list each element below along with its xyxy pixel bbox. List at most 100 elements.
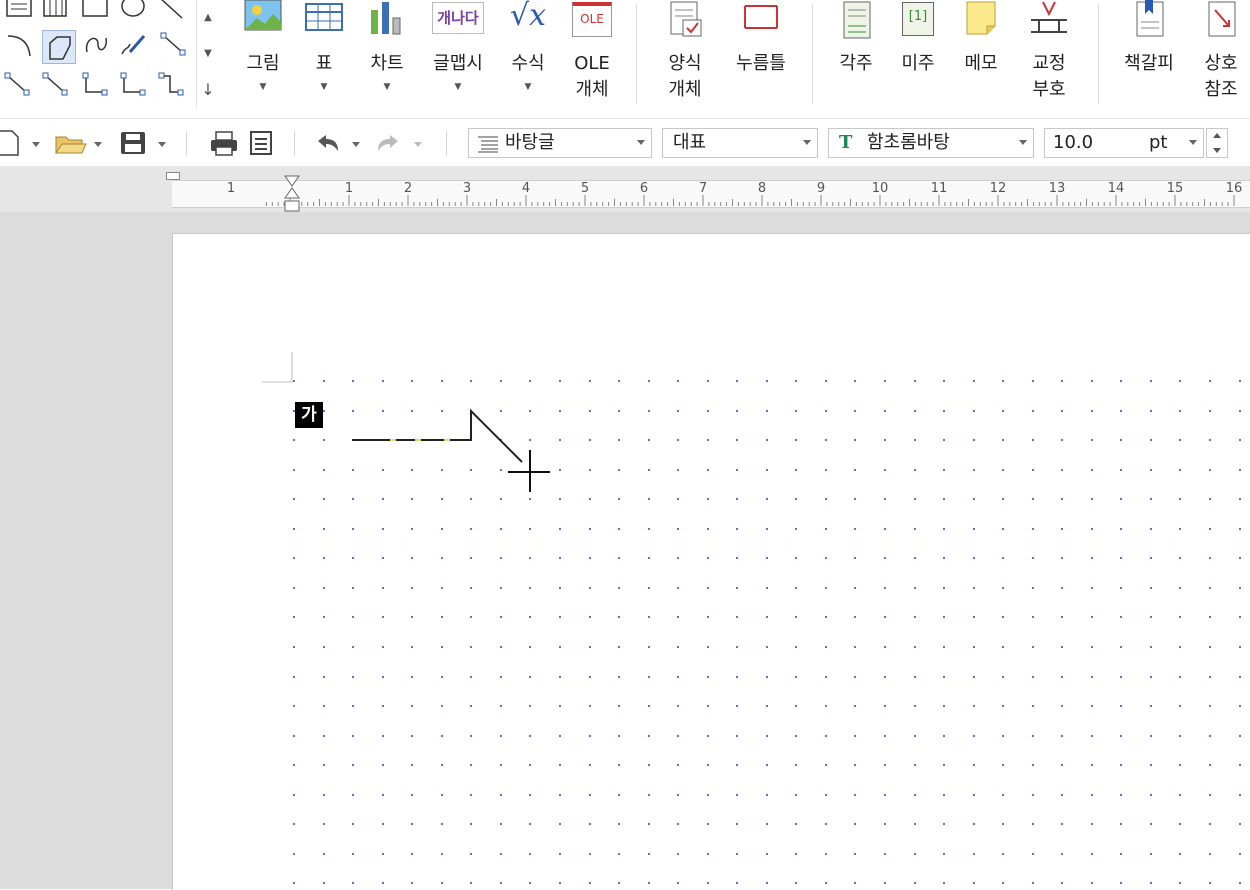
endnote-button[interactable]: [1] 미주 (890, 0, 946, 110)
crosshair-cursor-icon (508, 450, 550, 492)
rectangle-shape-icon[interactable] (80, 0, 110, 24)
table-icon (305, 3, 343, 31)
elbow-double-connector-icon[interactable] (156, 70, 186, 100)
ruler-ticks (265, 195, 1235, 206)
redo-dropdown-icon[interactable] (414, 142, 422, 147)
paragraph-style-combo[interactable]: 바탕글 (468, 128, 652, 158)
font-size-combo[interactable]: 10.0 pt (1044, 128, 1204, 158)
chart-icon (371, 2, 401, 35)
ruler-strip: 1 1 2 3 4 5 6 7 8 9 10 11 12 13 14 15 16 (172, 180, 1250, 208)
chart-label: 차트 (370, 53, 404, 74)
cross-reference-button[interactable]: 상호 참조 (1192, 0, 1250, 110)
ruler-number: 2 (403, 181, 413, 196)
text-box-shape-icon[interactable] (4, 0, 34, 24)
form-object-label: 양식 (668, 53, 702, 74)
memo-button[interactable]: 메모 (952, 0, 1010, 110)
endnote-icon: [1] (902, 2, 934, 36)
proofreading-label-line2: 부호 (1032, 79, 1066, 100)
form-object-button[interactable]: 양식 개체 (652, 0, 718, 110)
save-icon[interactable] (118, 129, 148, 157)
wordart-dropdown-icon: ▼ (454, 82, 462, 92)
picture-button[interactable]: 그림 ▼ (234, 0, 292, 110)
wordart-label: 글맵시 (433, 53, 483, 74)
ole-button[interactable]: OLE OLE 개체 (564, 0, 620, 110)
ruler-number: 6 (639, 181, 649, 196)
cross-reference-label: 상호 (1204, 53, 1238, 74)
picture-dropdown-icon: ▼ (259, 82, 267, 92)
ruler-number: 4 (521, 181, 531, 196)
print-icon[interactable] (208, 129, 240, 157)
gallery-expand-button[interactable]: ↓ (197, 72, 219, 108)
ribbon: ▲ ▼ ↓ 그림 ▼ 표 ▼ 차트 ▼ 개나다 글맵시 ▼ √x 수식 ▼ OL… (0, 0, 1250, 118)
ruler-number: 5 (580, 181, 590, 196)
language-combo[interactable]: 대표 (662, 128, 818, 158)
ruler-left-margin-handle[interactable] (166, 172, 180, 180)
gallery-scroll-down[interactable]: ▼ (197, 36, 219, 72)
memo-icon (966, 1, 996, 35)
new-document-dropdown-icon[interactable] (32, 142, 40, 147)
horizontal-ruler: 1 1 2 3 4 5 6 7 8 9 10 11 12 13 14 15 16 (0, 166, 1250, 212)
connector-arrow-icon[interactable] (2, 70, 32, 100)
language-value: 대표 (673, 132, 707, 153)
footnote-label: 각주 (839, 53, 873, 74)
click-here-icon (744, 5, 778, 29)
undo-icon[interactable] (312, 129, 344, 157)
redo-icon[interactable] (372, 129, 404, 157)
print-preview-icon[interactable] (246, 129, 276, 157)
equation-icon: √x (509, 0, 547, 33)
ole-label: OLE (574, 53, 610, 74)
click-here-button[interactable]: 누름틀 (724, 0, 798, 110)
font-size-unit: pt (1149, 132, 1168, 153)
ruler-number: 15 (1166, 181, 1184, 196)
paragraph-style-dropdown-icon[interactable] (637, 140, 645, 145)
font-size-spinner[interactable] (1206, 128, 1228, 158)
table-button[interactable]: 표 ▼ (298, 0, 350, 110)
ruler-number: 7 (698, 181, 708, 196)
save-dropdown-icon[interactable] (158, 142, 166, 147)
elbow-connector-icon[interactable] (80, 70, 110, 100)
font-size-down-icon[interactable] (1213, 148, 1221, 153)
language-dropdown-icon[interactable] (803, 140, 811, 145)
picture-icon (244, 0, 282, 31)
font-size-dropdown-icon[interactable] (1189, 140, 1197, 145)
ellipse-shape-icon[interactable] (118, 0, 148, 24)
polygon-shape-icon[interactable] (42, 30, 76, 64)
bookmark-button[interactable]: 책갈피 (1114, 0, 1184, 110)
pen-draw-icon[interactable] (118, 30, 148, 60)
grid-shape-icon[interactable] (40, 0, 70, 24)
line-shape-icon[interactable] (156, 0, 186, 24)
font-size-up-icon[interactable] (1213, 133, 1221, 138)
ruler-number: 12 (989, 181, 1007, 196)
open-dropdown-icon[interactable] (94, 142, 102, 147)
bookmark-icon (1136, 0, 1164, 37)
toolbar-separator (294, 131, 295, 155)
gallery-scroll-up[interactable]: ▲ (197, 0, 219, 36)
equation-button[interactable]: √x 수식 ▼ (498, 0, 558, 110)
elbow-arrow-connector-icon[interactable] (118, 70, 148, 100)
cross-reference-label-line2: 참조 (1204, 79, 1238, 100)
font-combo[interactable]: T 함초롬바탕 (828, 128, 1034, 158)
font-size-value: 10.0 (1053, 132, 1094, 153)
chart-button[interactable]: 차트 ▼ (358, 0, 416, 110)
arc-shape-icon[interactable] (4, 30, 34, 60)
toolbar-separator (186, 131, 187, 155)
wordart-button[interactable]: 개나다 글맵시 ▼ (424, 0, 492, 110)
indent-marker-icon[interactable] (282, 174, 302, 214)
undo-dropdown-icon[interactable] (352, 142, 360, 147)
curve-shape-icon[interactable] (82, 30, 112, 60)
proofreading-button[interactable]: 교정 부호 (1016, 0, 1082, 110)
ruler-number: 3 (462, 181, 472, 196)
new-document-icon[interactable] (0, 129, 22, 157)
ruler-number: 16 (1225, 181, 1243, 196)
connector-line-icon[interactable] (158, 30, 188, 60)
connector-double-arrow-icon[interactable] (40, 70, 70, 100)
proofreading-label: 교정 (1032, 53, 1066, 74)
font-dropdown-icon[interactable] (1019, 140, 1027, 145)
equation-dropdown-icon: ▼ (524, 82, 532, 92)
footnote-button[interactable]: 각주 (828, 0, 884, 110)
ole-icon: OLE (572, 2, 612, 37)
ribbon-separator (812, 4, 813, 104)
open-folder-icon[interactable] (54, 129, 88, 157)
truetype-font-icon: T (839, 132, 853, 153)
table-dropdown-icon: ▼ (320, 82, 328, 92)
